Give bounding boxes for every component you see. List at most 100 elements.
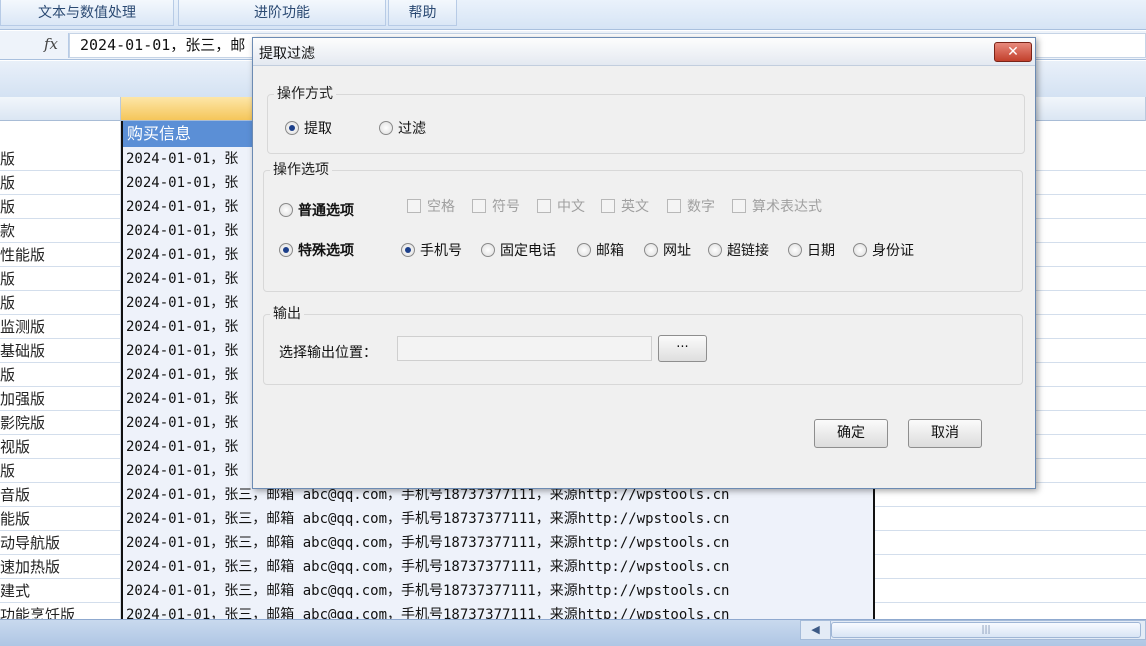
scroll-thumb[interactable]: ||| [831,622,1141,638]
radio-id-card[interactable]: 身份证 [853,240,914,260]
ok-button[interactable]: 确定 [814,419,888,448]
cell-a[interactable]: 能版 [0,507,121,531]
cancel-button[interactable]: 取消 [908,419,982,448]
options-group [263,170,1023,292]
radio-indicator [481,243,495,257]
radio-label: 提取 [304,121,332,137]
cell-c[interactable] [875,579,1146,603]
cell-c[interactable] [875,603,1146,619]
cell-a[interactable]: 功能烹饪版 [0,603,121,619]
cell-a[interactable]: 动导航版 [0,531,121,555]
cell-a[interactable]: 视版 [0,435,121,459]
output-location-input[interactable] [397,336,652,361]
radio-url[interactable]: 网址 [644,240,691,260]
checkbox-space[interactable]: 空格 [407,196,455,216]
cell-a[interactable]: 加强版 [0,387,121,411]
cell-b[interactable]: 2024-01-01，张三，邮箱 abc@qq.com，手机号187373771… [121,531,875,555]
radio-label: 超链接 [727,243,769,259]
output-legend: 输出 [270,303,304,323]
checkbox-symbol[interactable]: 符号 [472,196,520,216]
checkbox-label: 英文 [621,199,649,215]
cell-a-header[interactable] [0,121,121,147]
cell-a[interactable]: 监测版 [0,315,121,339]
radio-label: 网址 [663,243,691,259]
options-legend: 操作选项 [270,159,332,179]
cell-a[interactable]: 速加热版 [0,555,121,579]
cell-a[interactable]: 音版 [0,483,121,507]
tab-text-number[interactable]: 文本与数值处理 [0,0,174,26]
radio-indicator [279,243,293,257]
dialog-titlebar[interactable]: 提取过滤 ✕ [253,38,1035,66]
cell-a[interactable]: 性能版 [0,243,121,267]
cell-c[interactable] [875,555,1146,579]
cell-c[interactable] [875,531,1146,555]
radio-email[interactable]: 邮箱 [577,240,624,260]
radio-label: 邮箱 [596,243,624,259]
ribbon: 文本与数值处理 进阶功能 帮助 [0,0,1146,30]
radio-label: 日期 [807,243,835,259]
cell-a[interactable]: 款 [0,219,121,243]
radio-hyperlink[interactable]: 超链接 [708,240,769,260]
table-row: 建式 2024-01-01，张三，邮箱 abc@qq.com，手机号1873737… [0,579,1146,603]
checkbox-english[interactable]: 英文 [601,196,649,216]
table-row: 速加热版 2024-01-01，张三，邮箱 abc@qq.com，手机号18737… [0,555,1146,579]
checkbox-box [601,199,615,213]
extract-filter-dialog: 提取过滤 ✕ 操作方式 提取 过滤 操作选项 普通选项 空格 符号 中文 英文 … [252,37,1036,489]
radio-extract[interactable]: 提取 [285,118,332,138]
table-row: 功能烹饪版 2024-01-01，张三，邮箱 abc@qq.com，手机号1873… [0,603,1146,619]
cell-a[interactable]: 版 [0,267,121,291]
checkbox-box [732,199,746,213]
radio-indicator [279,203,293,217]
close-icon[interactable]: ✕ [994,42,1032,62]
checkbox-box [667,199,681,213]
radio-label: 固定电话 [500,243,556,259]
checkbox-chinese[interactable]: 中文 [537,196,585,216]
radio-special-options[interactable]: 特殊选项 [279,240,354,260]
radio-landline[interactable]: 固定电话 [481,240,556,260]
checkbox-box [472,199,486,213]
cell-a[interactable]: 影院版 [0,411,121,435]
radio-indicator [379,121,393,135]
column-header-a[interactable] [0,97,121,121]
scroll-left-icon[interactable]: ◀ [801,621,831,639]
cell-a[interactable]: 版 [0,195,121,219]
radio-label: 手机号 [420,243,462,259]
radio-indicator [401,243,415,257]
cell-a[interactable]: 建式 [0,579,121,603]
radio-indicator [577,243,591,257]
checkbox-label: 中文 [557,199,585,215]
cell-b[interactable]: 2024-01-01，张三，邮箱 abc@qq.com，手机号187373771… [121,603,875,619]
cell-a[interactable]: 基础版 [0,339,121,363]
cell-a[interactable]: 版 [0,459,121,483]
dialog-title: 提取过滤 [259,46,315,62]
cell-a[interactable]: 版 [0,363,121,387]
tab-help[interactable]: 帮助 [388,0,457,26]
radio-filter[interactable]: 过滤 [379,118,426,138]
cell-c[interactable] [875,507,1146,531]
cell-b[interactable]: 2024-01-01，张三，邮箱 abc@qq.com，手机号187373771… [121,555,875,579]
radio-indicator [708,243,722,257]
radio-indicator [853,243,867,257]
cell-a[interactable]: 版 [0,291,121,315]
radio-mobile[interactable]: 手机号 [401,240,462,260]
radio-indicator [644,243,658,257]
cell-b[interactable]: 2024-01-01，张三，邮箱 abc@qq.com，手机号187373771… [121,507,875,531]
mode-legend: 操作方式 [274,83,336,103]
tab-advanced[interactable]: 进阶功能 [178,0,386,26]
checkbox-label: 符号 [492,199,520,215]
radio-label: 身份证 [872,243,914,259]
checkbox-box [407,199,421,213]
checkbox-number[interactable]: 数字 [667,196,715,216]
browse-button[interactable]: ··· [658,335,707,362]
horizontal-scrollbar[interactable]: ◀ ||| [800,620,1146,640]
table-row: 动导航版 2024-01-01，张三，邮箱 abc@qq.com，手机号18737… [0,531,1146,555]
cell-a[interactable]: 版 [0,171,121,195]
radio-date[interactable]: 日期 [788,240,835,260]
checkbox-arithmetic[interactable]: 算术表达式 [732,196,822,216]
cell-b[interactable]: 2024-01-01，张三，邮箱 abc@qq.com，手机号187373771… [121,579,875,603]
function-icon[interactable]: fx [44,35,58,53]
radio-indicator [788,243,802,257]
cell-a[interactable]: 版 [0,147,121,171]
radio-label: 过滤 [398,121,426,137]
radio-normal-options[interactable]: 普通选项 [279,200,354,220]
